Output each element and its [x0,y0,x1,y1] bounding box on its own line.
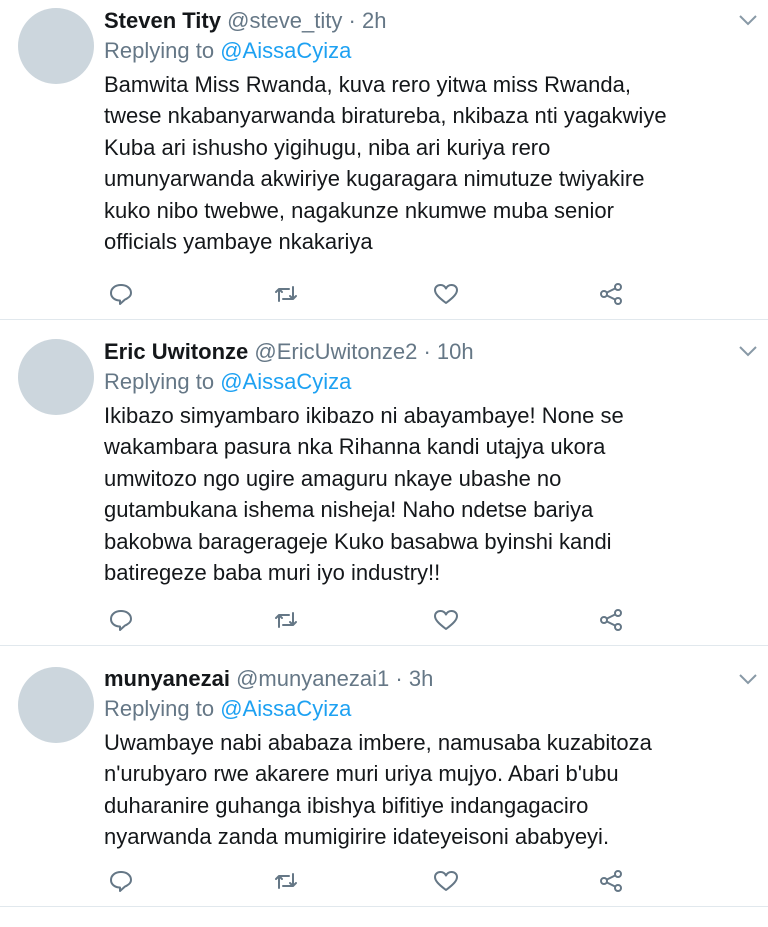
tweet-header: Steven Tity @steve_tity · 2h [104,6,744,36]
tweet-text-line: wakambara pasura nka Rihanna kandi utajy… [104,434,606,460]
handle[interactable]: @steve_tity [227,8,342,33]
retweet-icon[interactable] [273,282,299,306]
tweet-text-line: kuko nibo twebwe, nagakunze nkumwe muba … [104,197,614,223]
heart-icon[interactable] [433,608,459,632]
mention-link[interactable]: @AissaCyiza [220,369,351,394]
tweet-header: munyanezai @munyanezai1 · 3h [104,664,744,694]
tweet-text-line: Ikibazo simyambaro ikibazo ni abayambaye… [104,403,624,428]
tweet-text-line: duharanire guhanga ibishya bifitiye inda… [104,792,589,818]
separator: · [395,666,403,691]
heart-icon[interactable] [433,869,459,893]
handle[interactable]: @EricUwitonze2 [254,339,417,364]
tweet-text-line: bakobwa baragerageje Kuko basabwa byinsh… [104,528,612,554]
tweet[interactable]: Steven Tity @steve_tity · 2h Replying to… [0,0,768,320]
timestamp[interactable]: 10h [437,339,474,364]
reply-icon[interactable] [108,608,134,632]
tweet-text-line: batiregeze baba muri iyo industry!! [104,560,441,586]
tweet[interactable]: munyanezai @munyanezai1 · 3h Replying to… [0,646,768,907]
avatar[interactable] [18,8,94,84]
separator: · [423,339,431,364]
replying-to-label: Replying to [104,38,215,63]
tweet-text-line: officials yambaye nkakariya [104,229,373,255]
mention-link[interactable]: @AissaCyiza [220,696,351,721]
tweet-header: Eric Uwitonze @EricUwitonze2 · 10h [104,337,744,367]
share-icon[interactable] [598,869,624,893]
mention-link[interactable]: @AissaCyiza [220,38,351,63]
tweet-text-line: Kuba ari ishusho yigihugu, niba ari kuri… [104,134,551,160]
reply-icon[interactable] [108,869,134,893]
replying-to: Replying to @AissaCyiza [104,36,744,66]
tweet[interactable]: Eric Uwitonze @EricUwitonze2 · 10h Reply… [0,320,768,646]
replying-to: Replying to @AissaCyiza [104,367,744,397]
retweet-icon[interactable] [273,869,299,893]
separator: · [348,8,356,33]
tweet-text-line: Bamwita Miss Rwanda, kuva rero yitwa mis… [104,72,631,97]
reply-icon[interactable] [108,282,134,306]
tweet-text-line: umwitozo ngo ugire amaguru nkaye ubashe … [104,465,562,491]
timestamp[interactable]: 3h [409,666,433,691]
share-icon[interactable] [598,282,624,306]
handle[interactable]: @munyanezai1 [236,666,389,691]
display-name[interactable]: Steven Tity [104,8,221,33]
avatar[interactable] [18,339,94,415]
display-name[interactable]: munyanezai [104,666,230,691]
tweet-replies-feed: Steven Tity @steve_tity · 2h Replying to… [0,0,768,907]
tweet-text-line: umunyarwanda akwiriye kugaragara nimutuz… [104,166,645,192]
tweet-actions [104,282,644,306]
replying-to-label: Replying to [104,369,215,394]
tweet-text-line: n'urubyaro rwe akarere muri uriya mujyo.… [104,761,619,787]
heart-icon[interactable] [433,282,459,306]
tweet-actions [104,608,644,632]
retweet-icon[interactable] [273,608,299,632]
tweet-text-line: Uwambaye nabi ababaza imbere, namusaba k… [104,730,652,755]
tweet-text-line: nyarwanda zanda mumigirire idateyeisoni … [104,824,610,850]
share-icon[interactable] [598,608,624,632]
display-name[interactable]: Eric Uwitonze [104,339,248,364]
tweet-text-line: gutambukana ishema nisheja! Naho ndetse … [104,497,594,523]
tweet-text-line: twese nkabanyarwanda biratureba, nkibaza… [104,103,667,129]
replying-to-label: Replying to [104,696,215,721]
avatar[interactable] [18,667,94,743]
timestamp[interactable]: 2h [362,8,386,33]
replying-to: Replying to @AissaCyiza [104,694,744,724]
tweet-text: Ikibazo simyambaro ikibazo ni abayambaye… [104,400,744,588]
tweet-actions [104,869,644,893]
tweet-text: Uwambaye nabi ababaza imbere, namusaba k… [104,727,744,853]
tweet-text: Bamwita Miss Rwanda, kuva rero yitwa mis… [104,69,744,257]
